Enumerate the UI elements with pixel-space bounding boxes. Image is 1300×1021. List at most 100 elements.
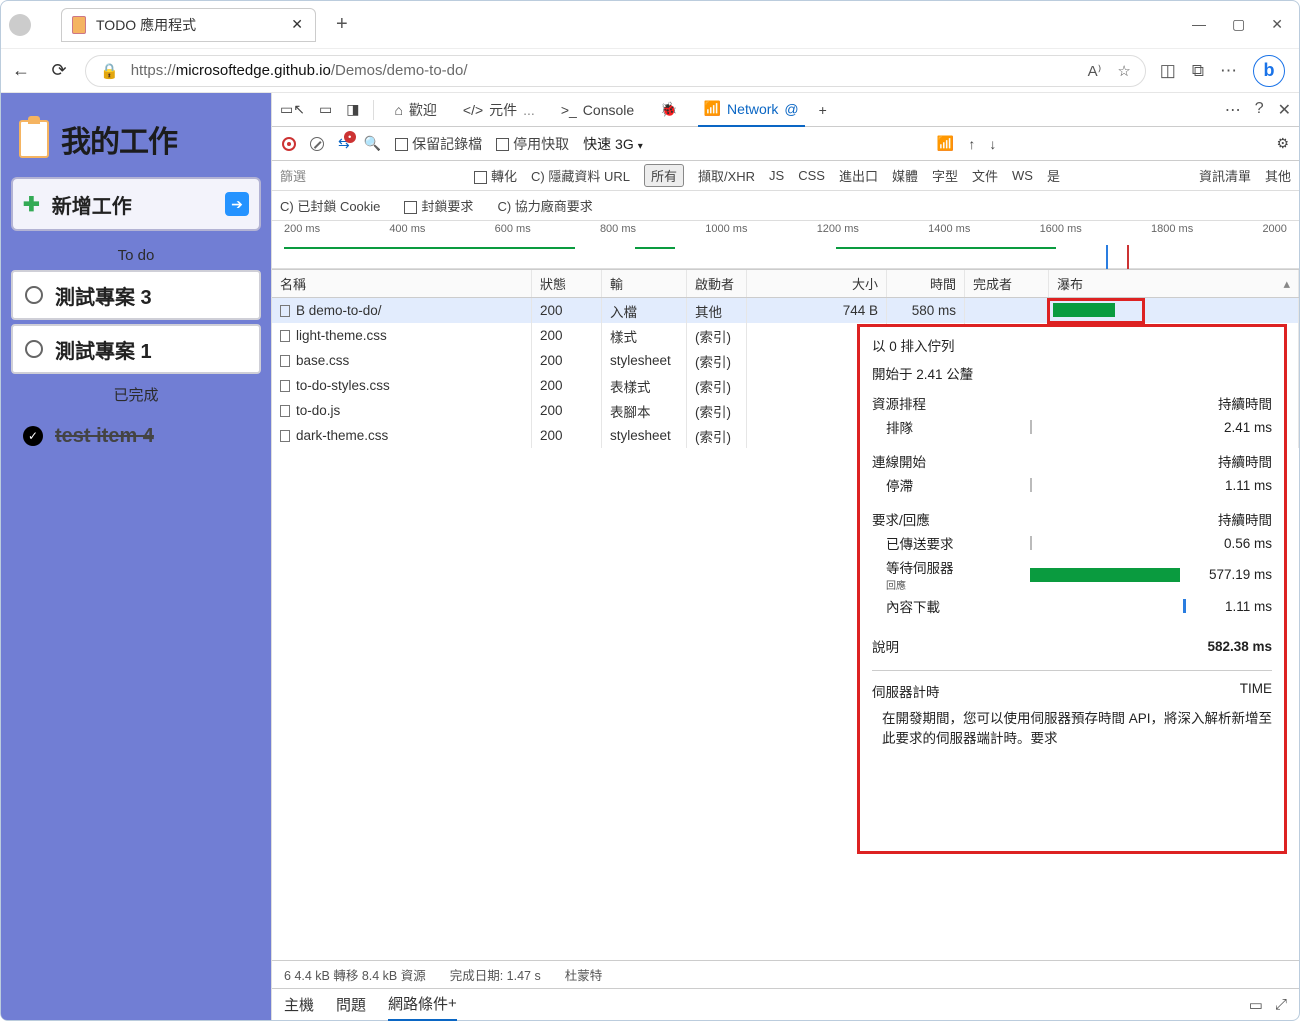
address-bar[interactable]: 🔒 https://microsoftedge.github.io/Demos/… — [85, 55, 1146, 87]
favorite-icon[interactable]: ☆ — [1117, 62, 1130, 80]
filter-css[interactable]: CSS — [798, 168, 825, 183]
search-icon[interactable]: 🔍 — [364, 135, 381, 152]
todo-app-panel: 我的工作 ✚ 新增工作 ➔ To do 測試專案 3 測試專案 1 已完成 ✓ … — [1, 93, 271, 1020]
disable-cache-checkbox[interactable]: 停用快取 — [496, 134, 569, 154]
settings-gear-icon[interactable]: ⚙ — [1276, 135, 1289, 152]
read-aloud-icon[interactable]: A⁾ — [1088, 62, 1102, 80]
task-item-done[interactable]: ✓ test item 4 — [11, 411, 261, 461]
drawer-main[interactable]: 主機 — [284, 994, 314, 1015]
drawer-issues[interactable]: 問題 — [336, 994, 366, 1015]
col-initiator[interactable]: 啟動者 — [687, 270, 747, 297]
clipboard-icon — [19, 120, 49, 158]
clear-button[interactable] — [310, 137, 324, 151]
dock-icon[interactable]: ◨ — [346, 101, 359, 118]
browser-titlebar: TODO 應用程式 ✕ + — ▢ ✕ — [1, 1, 1299, 49]
task-item[interactable]: 測試專案 1 — [11, 324, 261, 374]
col-name[interactable]: 名稱 — [272, 270, 532, 297]
throttle-select[interactable]: 快速 3G▾ — [583, 134, 643, 154]
checkmark-icon[interactable]: ✓ — [23, 426, 43, 446]
col-type[interactable]: 輸 — [602, 270, 687, 297]
blocked-cookies[interactable]: C) 已封鎖 Cookie — [280, 196, 380, 215]
filter-media[interactable]: 媒體 — [892, 166, 918, 185]
preserve-log-checkbox[interactable]: 保留記錄檔 — [395, 134, 482, 154]
refresh-button[interactable]: ⟳ — [47, 60, 71, 81]
filter-all[interactable]: 所有 — [644, 164, 684, 187]
col-status[interactable]: 狀態 — [532, 270, 602, 297]
task-label: 測試專案 1 — [55, 335, 152, 364]
help-icon[interactable]: ? — [1255, 100, 1264, 120]
hide-data-urls[interactable]: C) 隱藏資料 URL — [531, 166, 630, 185]
tab-sources[interactable]: 🐞 — [654, 101, 683, 118]
device-icon[interactable]: ▭ — [319, 101, 332, 118]
profile-avatar[interactable] — [9, 14, 31, 36]
file-icon — [280, 355, 290, 367]
add-task-card[interactable]: ✚ 新增工作 ➔ — [11, 177, 261, 231]
record-button[interactable] — [282, 137, 296, 151]
filter-manifest[interactable]: 資訊清單 — [1199, 166, 1251, 185]
server-timing-text: 在開發期間，您可以使用伺服器預存時間 API，將深入解析新增至此要求的伺服器端計… — [872, 709, 1272, 750]
devtools-tabs: ▭↖ ▭ ◨ ⌂歡迎 </>元件... >_Console 🐞 📶Network… — [272, 93, 1299, 127]
split-screen-icon[interactable]: ◫ — [1160, 61, 1176, 81]
file-icon — [280, 330, 290, 342]
overview-timeline[interactable]: 200 ms 400 ms 600 ms 800 ms 1000 ms 1200… — [272, 221, 1299, 269]
col-time[interactable]: 時間 — [887, 270, 965, 297]
back-button[interactable]: ← — [9, 60, 33, 81]
queueing-label: 排隊 — [872, 417, 1022, 437]
network-conditions-icon[interactable]: 📶 — [937, 135, 954, 152]
tab-network[interactable]: 📶Network @ — [698, 93, 805, 127]
filter-doc[interactable]: 文件 — [972, 166, 998, 185]
filter-bar: 篩選 轉化 C) 隱藏資料 URL 所有 擷取/XHR JS CSS 進出口 媒… — [272, 161, 1299, 191]
browser-tab[interactable]: TODO 應用程式 ✕ — [61, 8, 316, 42]
upload-icon[interactable]: ↑ — [968, 136, 975, 152]
page-favicon — [72, 16, 86, 34]
filter-fetch[interactable]: 擷取/XHR — [698, 166, 755, 185]
filter-img[interactable]: 進出口 — [839, 166, 878, 185]
filter-input[interactable]: 篩選 — [280, 166, 460, 185]
blocked-requests[interactable]: 封鎖要求 — [404, 196, 473, 215]
close-window-icon[interactable]: ✕ — [1271, 16, 1283, 33]
network-status-bar: 6 4.4 kB 轉移 8.4 kB 資源 完成日期: 1.47 s 杜蒙特 — [272, 960, 1299, 988]
new-tab-button[interactable]: + — [336, 13, 348, 36]
inspect-icon[interactable]: ▭↖ — [280, 101, 305, 118]
filter-toggle-icon[interactable]: ⇆• — [338, 135, 350, 152]
filter-ws[interactable]: WS — [1012, 168, 1033, 183]
collections-icon[interactable]: ⧉ — [1192, 61, 1204, 81]
task-checkbox[interactable] — [25, 286, 43, 304]
more-icon[interactable]: ⋯ — [1220, 61, 1237, 81]
col-size[interactable]: 大小 — [747, 270, 887, 297]
task-label: test item 4 — [55, 425, 154, 448]
download-label: 內容下載 — [872, 596, 1022, 616]
filter-other[interactable]: 其他 — [1265, 166, 1291, 185]
file-icon — [280, 430, 290, 442]
drawer-network-conditions[interactable]: 網路條件 + — [388, 989, 457, 1021]
maximize-icon[interactable]: ▢ — [1232, 16, 1245, 33]
section-reqresp: 要求/回應 — [872, 509, 930, 529]
more-icon[interactable]: ⋯ — [1225, 100, 1241, 120]
bing-chat-icon[interactable]: b — [1253, 55, 1285, 87]
download-icon[interactable]: ↓ — [989, 136, 996, 152]
timing-popup: 以 0 排入佇列 開始于 2.41 公釐 資源排程 持續時間 排隊 2.41 m… — [857, 324, 1287, 854]
third-party[interactable]: C) 協力廠商要求 — [497, 196, 592, 215]
filter-js[interactable]: JS — [769, 168, 784, 183]
more-tabs-icon[interactable]: + — [819, 102, 827, 118]
invert-checkbox[interactable]: 轉化 — [474, 166, 517, 185]
task-checkbox[interactable] — [25, 340, 43, 358]
tab-console[interactable]: >_Console — [555, 102, 640, 118]
col-fulfilled[interactable]: 完成者 — [965, 270, 1049, 297]
minimize-icon[interactable]: — — [1192, 16, 1206, 33]
submit-task-button[interactable]: ➔ — [225, 192, 249, 216]
waiting-label: 等待伺服器 — [886, 557, 1022, 577]
tab-welcome[interactable]: ⌂歡迎 — [388, 100, 442, 120]
drawer-dock-icon[interactable]: ▭ — [1249, 996, 1263, 1014]
close-tab-icon[interactable]: ✕ — [291, 16, 303, 33]
filter-wasm[interactable]: 是 — [1047, 166, 1060, 185]
drawer-expand-icon[interactable]: ⤢ — [1275, 996, 1287, 1014]
plus-icon: ✚ — [23, 192, 40, 217]
task-item[interactable]: 測試專案 3 — [11, 270, 261, 320]
col-waterfall[interactable]: 瀑布▴ — [1049, 270, 1299, 297]
close-devtools-icon[interactable]: ✕ — [1278, 100, 1291, 120]
wifi-icon: 📶 — [704, 100, 721, 117]
waiting-value: 577.19 ms — [1194, 567, 1272, 582]
filter-font[interactable]: 字型 — [932, 166, 958, 185]
tab-elements[interactable]: </>元件... — [457, 100, 541, 120]
